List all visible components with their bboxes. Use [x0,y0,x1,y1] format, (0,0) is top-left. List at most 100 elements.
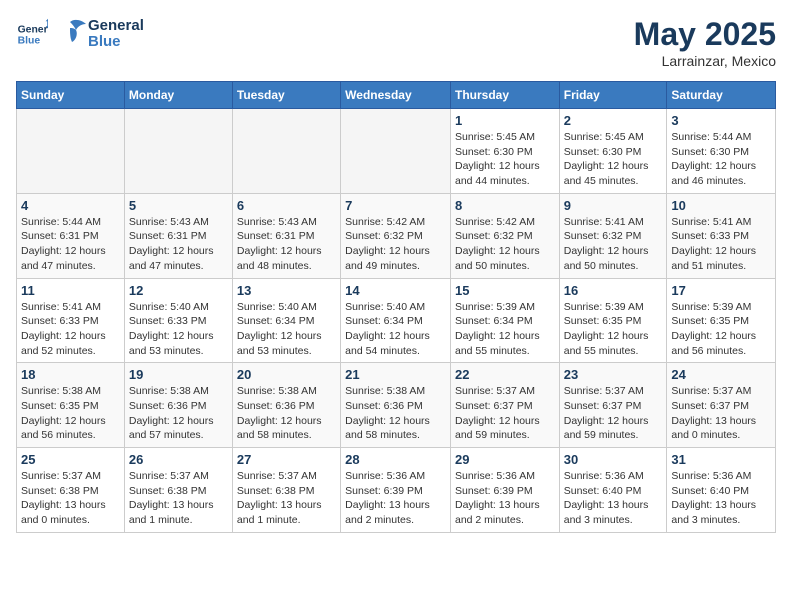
day-number: 25 [21,452,120,467]
day-info: Sunrise: 5:43 AMSunset: 6:31 PMDaylight:… [237,215,336,274]
calendar-cell-29: 29 Sunrise: 5:36 AMSunset: 6:39 PMDayligh… [450,448,559,533]
calendar-cell-19: 19Sunrise: 5:38 AMSunset: 6:36 PMDayligh… [124,363,232,448]
calendar-cell-11: 11 Sunrise: 5:41 AMSunset: 6:33 PMDayligh… [17,278,125,363]
calendar-cell-10: 10Sunrise: 5:41 AMSunset: 6:33 PMDayligh… [667,193,776,278]
day-info: Sunrise: 5:37 AMSunset: 6:37 PMDaylight:… [564,384,663,443]
weekday-header-tuesday: Tuesday [232,82,340,109]
day-info: Sunrise: 5:41 AMSunset: 6:32 PMDaylight:… [564,215,663,274]
calendar-cell-1: 1 Sunrise: 5:45 AMSunset: 6:30 PMDaylight… [450,109,559,194]
day-info: Sunrise: 5:37 AMSunset: 6:38 PMDaylight:… [129,469,228,528]
calendar-cell-16: 16Sunrise: 5:39 AMSunset: 6:35 PMDayligh… [559,278,667,363]
day-number: 6 [237,198,336,213]
day-info: Sunrise: 5:45 AMSunset: 6:30 PMDaylight:… [455,130,555,189]
day-number: 23 [564,367,663,382]
calendar-cell-28: 28Sunrise: 5:36 AMSunset: 6:39 PMDayligh… [341,448,451,533]
day-info: Sunrise: 5:40 AMSunset: 6:34 PMDaylight:… [237,300,336,359]
svg-text:Blue: Blue [18,36,41,47]
calendar-cell-empty [341,109,451,194]
weekday-header-row: SundayMondayTuesdayWednesdayThursdayFrid… [17,82,776,109]
calendar-cell-empty [124,109,232,194]
day-number: 4 [21,198,120,213]
day-info: Sunrise: 5:43 AMSunset: 6:31 PMDaylight:… [129,215,228,274]
day-number: 7 [345,198,446,213]
logo-bird-icon [52,16,88,52]
day-info: Sunrise: 5:37 AMSunset: 6:38 PMDaylight:… [21,469,120,528]
day-info: Sunrise: 5:39 AMSunset: 6:35 PMDaylight:… [564,300,663,359]
day-info: Sunrise: 5:36 AMSunset: 6:39 PMDaylight:… [455,469,555,528]
day-number: 9 [564,198,663,213]
calendar-cell-4: 4 Sunrise: 5:44 AMSunset: 6:31 PMDaylight… [17,193,125,278]
month-title: May 2025 [634,16,776,53]
calendar-cell-5: 5 Sunrise: 5:43 AMSunset: 6:31 PMDaylight… [124,193,232,278]
day-info: Sunrise: 5:38 AMSunset: 6:35 PMDaylight:… [21,384,120,443]
day-number: 13 [237,283,336,298]
page-header: General Blue General Blue May 2025 Larra… [16,16,776,69]
day-info: Sunrise: 5:39 AMSunset: 6:35 PMDaylight:… [671,300,771,359]
calendar-cell-17: 17 Sunrise: 5:39 AMSunset: 6:35 PMDayligh… [667,278,776,363]
calendar-week-4: 18 Sunrise: 5:38 AMSunset: 6:35 PMDayligh… [17,363,776,448]
day-info: Sunrise: 5:38 AMSunset: 6:36 PMDaylight:… [237,384,336,443]
calendar-cell-20: 20Sunrise: 5:38 AMSunset: 6:36 PMDayligh… [232,363,340,448]
day-number: 27 [237,452,336,467]
day-info: Sunrise: 5:38 AMSunset: 6:36 PMDaylight:… [345,384,446,443]
day-number: 29 [455,452,555,467]
day-number: 14 [345,283,446,298]
day-info: Sunrise: 5:41 AMSunset: 6:33 PMDaylight:… [671,215,771,274]
day-info: Sunrise: 5:39 AMSunset: 6:34 PMDaylight:… [455,300,555,359]
calendar-cell-26: 26 Sunrise: 5:37 AMSunset: 6:38 PMDayligh… [124,448,232,533]
weekday-header-friday: Friday [559,82,667,109]
day-number: 28 [345,452,446,467]
day-number: 2 [564,113,663,128]
calendar-week-5: 25 Sunrise: 5:37 AMSunset: 6:38 PMDayligh… [17,448,776,533]
calendar-cell-empty [232,109,340,194]
calendar-cell-14: 14 Sunrise: 5:40 AMSunset: 6:34 PMDayligh… [341,278,451,363]
calendar-cell-30: 30Sunrise: 5:36 AMSunset: 6:40 PMDayligh… [559,448,667,533]
weekday-header-thursday: Thursday [450,82,559,109]
day-info: Sunrise: 5:40 AMSunset: 6:33 PMDaylight:… [129,300,228,359]
calendar-cell-empty [17,109,125,194]
day-info: Sunrise: 5:42 AMSunset: 6:32 PMDaylight:… [455,215,555,274]
calendar-cell-31: 31Sunrise: 5:36 AMSunset: 6:40 PMDayligh… [667,448,776,533]
calendar-week-1: 1 Sunrise: 5:45 AMSunset: 6:30 PMDaylight… [17,109,776,194]
calendar-cell-23: 23 Sunrise: 5:37 AMSunset: 6:37 PMDayligh… [559,363,667,448]
day-number: 15 [455,283,555,298]
calendar-table: SundayMondayTuesdayWednesdayThursdayFrid… [16,81,776,533]
day-info: Sunrise: 5:44 AMSunset: 6:30 PMDaylight:… [671,130,771,189]
day-number: 19 [129,367,228,382]
calendar-cell-6: 6 Sunrise: 5:43 AMSunset: 6:31 PMDaylight… [232,193,340,278]
weekday-header-monday: Monday [124,82,232,109]
day-info: Sunrise: 5:40 AMSunset: 6:34 PMDaylight:… [345,300,446,359]
calendar-cell-18: 18 Sunrise: 5:38 AMSunset: 6:35 PMDayligh… [17,363,125,448]
location: Larrainzar, Mexico [634,53,776,69]
day-info: Sunrise: 5:42 AMSunset: 6:32 PMDaylight:… [345,215,446,274]
weekday-header-wednesday: Wednesday [341,82,451,109]
calendar-week-2: 4 Sunrise: 5:44 AMSunset: 6:31 PMDaylight… [17,193,776,278]
day-number: 26 [129,452,228,467]
calendar-cell-9: 9 Sunrise: 5:41 AMSunset: 6:32 PMDaylight… [559,193,667,278]
day-number: 18 [21,367,120,382]
day-info: Sunrise: 5:44 AMSunset: 6:31 PMDaylight:… [21,215,120,274]
calendar-cell-7: 7 Sunrise: 5:42 AMSunset: 6:32 PMDaylight… [341,193,451,278]
day-info: Sunrise: 5:37 AMSunset: 6:38 PMDaylight:… [237,469,336,528]
day-info: Sunrise: 5:36 AMSunset: 6:40 PMDaylight:… [564,469,663,528]
weekday-header-saturday: Saturday [667,82,776,109]
calendar-cell-8: 8 Sunrise: 5:42 AMSunset: 6:32 PMDaylight… [450,193,559,278]
calendar-cell-25: 25 Sunrise: 5:37 AMSunset: 6:38 PMDayligh… [17,448,125,533]
day-number: 17 [671,283,771,298]
day-number: 21 [345,367,446,382]
weekday-header-sunday: Sunday [17,82,125,109]
day-number: 11 [21,283,120,298]
svg-text:General: General [18,24,48,35]
day-number: 24 [671,367,771,382]
day-number: 5 [129,198,228,213]
day-number: 31 [671,452,771,467]
calendar-cell-22: 22Sunrise: 5:37 AMSunset: 6:37 PMDayligh… [450,363,559,448]
day-number: 8 [455,198,555,213]
day-number: 1 [455,113,555,128]
day-info: Sunrise: 5:45 AMSunset: 6:30 PMDaylight:… [564,130,663,189]
day-info: Sunrise: 5:41 AMSunset: 6:33 PMDaylight:… [21,300,120,359]
calendar-cell-27: 27 Sunrise: 5:37 AMSunset: 6:38 PMDayligh… [232,448,340,533]
title-block: May 2025 Larrainzar, Mexico [634,16,776,69]
day-number: 22 [455,367,555,382]
calendar-cell-12: 12Sunrise: 5:40 AMSunset: 6:33 PMDayligh… [124,278,232,363]
